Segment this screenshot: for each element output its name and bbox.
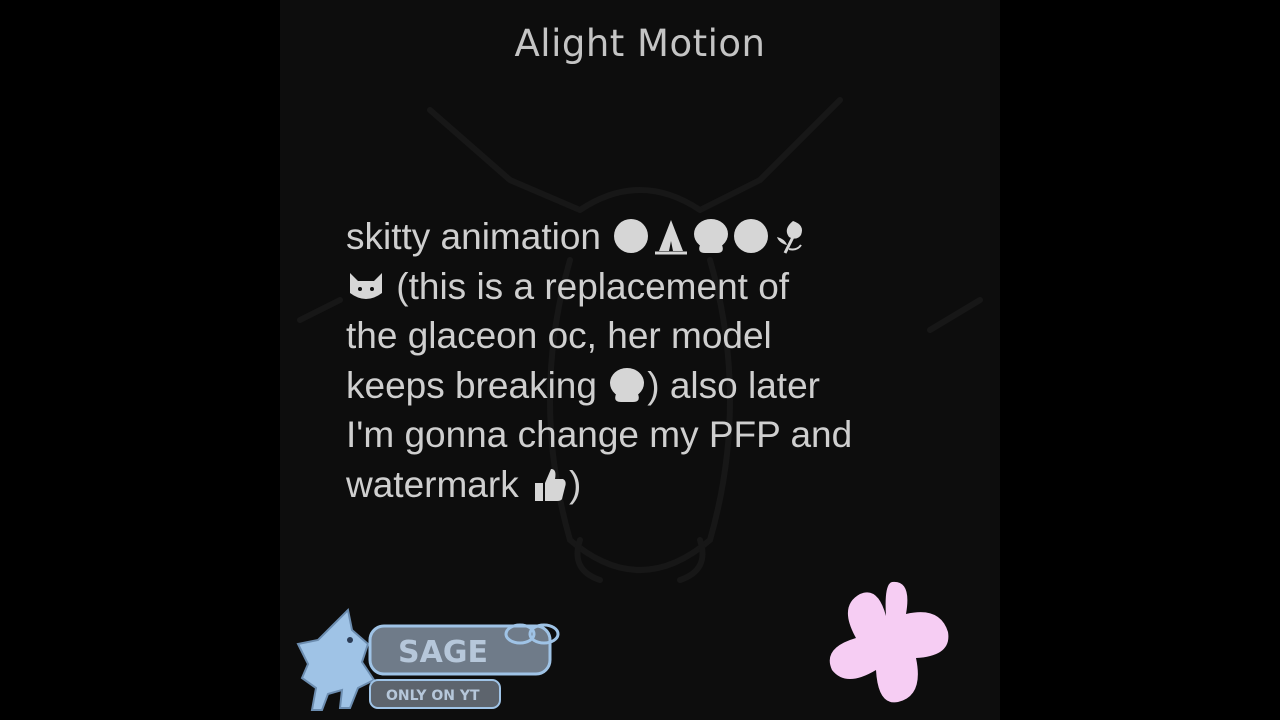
caption-line: (this is a replacement of — [346, 262, 946, 312]
video-frame: Alight Motion skitty animation (this is … — [0, 0, 1280, 720]
glaceon-silhouette — [296, 607, 376, 711]
caption-segment: (this is a replacement of — [386, 265, 790, 307]
svg-text:SAGE: SAGE — [398, 635, 488, 670]
svg-text:ONLY ON YT: ONLY ON YT — [386, 688, 480, 704]
caption-line: watermark ) — [346, 460, 946, 510]
caption-segment: watermark — [346, 463, 529, 505]
caption-line: the glaceon oc, her model — [346, 315, 772, 356]
name-banner: SAGE — [368, 623, 560, 676]
caption-segment: ) also later — [647, 364, 820, 406]
folded-hands-icon — [651, 217, 691, 255]
caption-segment: skitty animation — [346, 216, 612, 257]
caption-line: I'm gonna change my PFP and — [346, 414, 853, 455]
caption-segment: ) — [568, 463, 582, 505]
speech-bubble-icon — [607, 366, 647, 404]
wilted-flower-icon — [771, 217, 811, 255]
white-circle-icon — [731, 217, 771, 255]
caption-line: keeps breaking ) also later — [346, 361, 946, 411]
app-watermark: Alight Motion — [514, 22, 766, 65]
tagline-banner: ONLY ON YT — [369, 679, 501, 709]
white-circle-icon — [611, 217, 651, 255]
caption-line: skitty animation — [346, 212, 946, 262]
thumbs-up-icon — [529, 465, 569, 503]
creator-logo: SAGE ONLY ON YT — [296, 607, 560, 711]
cat-face-icon — [346, 267, 386, 305]
caption-text: skitty animation (this is a replacement … — [346, 212, 946, 509]
caption-segment: keeps breaking — [346, 364, 608, 406]
flower-sticker — [829, 581, 949, 703]
video-canvas: Alight Motion skitty animation (this is … — [280, 0, 1000, 720]
speech-bubble-icon — [691, 217, 731, 255]
